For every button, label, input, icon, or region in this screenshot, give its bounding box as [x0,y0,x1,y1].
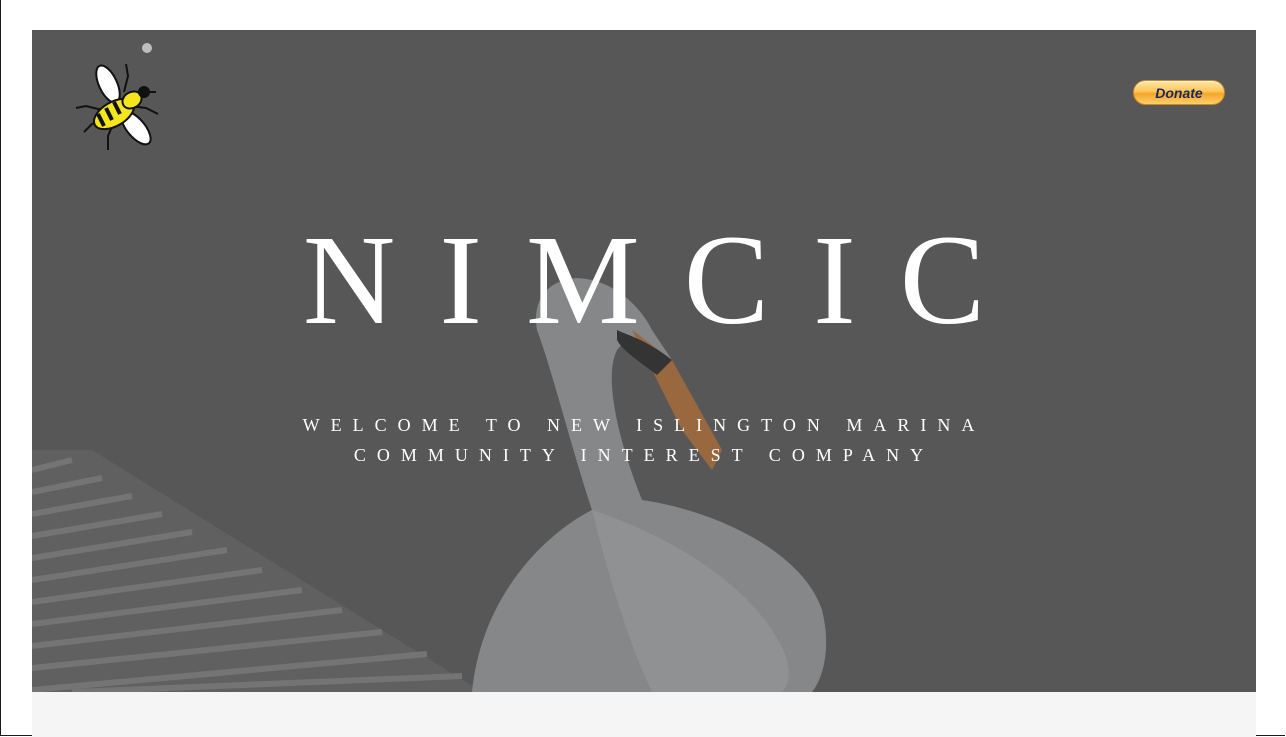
site-title: NIMCIC [302,209,1030,351]
hero-section: Donate NIMCIC WELCOME TO NEW ISLINGTON M… [32,30,1256,692]
donate-button[interactable]: Donate [1133,80,1225,105]
bee-icon[interactable] [72,58,168,154]
hero-subtitle: WELCOME TO NEW ISLINGTON MARINA COMMUNIT… [262,410,1026,470]
hero-subtitle-line-2: COMMUNITY INTEREST COMPANY [353,445,935,465]
content-section [32,692,1256,737]
hero-subtitle-line-1: WELCOME TO NEW ISLINGTON MARINA [302,415,986,435]
hero-background-image [32,30,1256,692]
